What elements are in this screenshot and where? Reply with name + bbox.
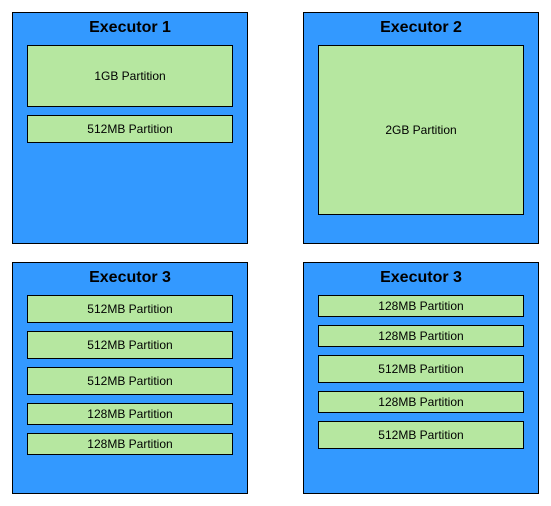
- partition-block: 512MB Partition: [318, 421, 524, 449]
- partition-block: 128MB Partition: [27, 403, 233, 425]
- partition-label: 512MB Partition: [87, 338, 172, 352]
- partition-label: 512MB Partition: [87, 374, 172, 388]
- partition-block: 512MB Partition: [27, 115, 233, 143]
- partition-list: 1GB Partition 512MB Partition: [27, 45, 233, 143]
- partition-block: 128MB Partition: [318, 295, 524, 317]
- partition-label: 512MB Partition: [378, 362, 463, 376]
- partition-block: 1GB Partition: [27, 45, 233, 107]
- executor-box-1: Executor 1 1GB Partition 512MB Partition: [12, 12, 248, 244]
- executor-box-4: Executor 3 128MB Partition 128MB Partiti…: [303, 262, 539, 494]
- executor-title: Executor 3: [27, 269, 233, 287]
- partition-label: 128MB Partition: [378, 329, 463, 343]
- partition-label: 512MB Partition: [87, 122, 172, 136]
- executor-title: Executor 2: [318, 19, 524, 37]
- partition-block: 512MB Partition: [318, 355, 524, 383]
- executor-title: Executor 3: [318, 269, 524, 287]
- partition-block: 512MB Partition: [27, 295, 233, 323]
- partition-block: 128MB Partition: [318, 325, 524, 347]
- partition-label: 2GB Partition: [385, 123, 456, 137]
- partition-label: 512MB Partition: [87, 302, 172, 316]
- executor-grid: Executor 1 1GB Partition 512MB Partition…: [12, 12, 539, 494]
- executor-box-2: Executor 2 2GB Partition: [303, 12, 539, 244]
- executor-box-3: Executor 3 512MB Partition 512MB Partiti…: [12, 262, 248, 494]
- partition-label: 128MB Partition: [87, 407, 172, 421]
- partition-label: 512MB Partition: [378, 428, 463, 442]
- partition-label: 128MB Partition: [87, 437, 172, 451]
- partition-block: 2GB Partition: [318, 45, 524, 215]
- partition-block: 128MB Partition: [318, 391, 524, 413]
- partition-list: 512MB Partition 512MB Partition 512MB Pa…: [27, 295, 233, 455]
- partition-block: 128MB Partition: [27, 433, 233, 455]
- executor-title: Executor 1: [27, 19, 233, 37]
- partition-list: 2GB Partition: [318, 45, 524, 215]
- partition-label: 128MB Partition: [378, 395, 463, 409]
- partition-list: 128MB Partition 128MB Partition 512MB Pa…: [318, 295, 524, 449]
- partition-block: 512MB Partition: [27, 367, 233, 395]
- partition-block: 512MB Partition: [27, 331, 233, 359]
- partition-label: 1GB Partition: [94, 69, 165, 83]
- partition-label: 128MB Partition: [378, 299, 463, 313]
